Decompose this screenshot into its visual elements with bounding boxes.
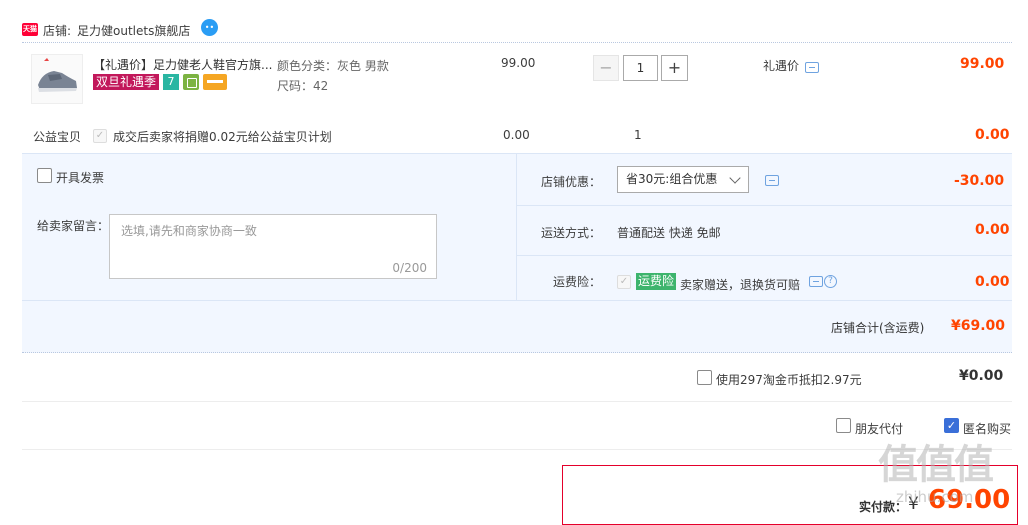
price-type-label: 礼遇价 xyxy=(763,59,800,73)
discount-amount: -30.00 xyxy=(954,173,1005,189)
discount-select[interactable]: 省30元:组合优惠 xyxy=(617,166,749,193)
insurance-checkbox: ✓ xyxy=(617,275,631,289)
invoice-label: 开具发票 xyxy=(56,171,105,185)
options-divider xyxy=(517,255,1012,256)
tmall-logo: 天猫 xyxy=(22,23,38,36)
charity-label: 公益宝贝 xyxy=(33,130,82,144)
charity-checkbox: ✓ xyxy=(93,129,107,143)
sku-size: 尺码：42 xyxy=(277,79,329,93)
coins-checkbox[interactable] xyxy=(697,370,712,385)
section-divider xyxy=(22,449,1012,450)
shop-name-link[interactable]: 足力健outlets旗舰店 xyxy=(77,22,190,39)
message-textarea[interactable]: 选填,请先和商家协商一致 0/200 xyxy=(109,214,437,279)
chevron-down-icon xyxy=(729,172,741,184)
charity-subtotal: 0.00 xyxy=(975,127,1010,143)
message-counter: 0/200 xyxy=(392,261,427,275)
coins-amount: ¥0.00 xyxy=(959,368,1004,384)
options-vertical-divider xyxy=(516,153,517,300)
credit-card-icon xyxy=(203,74,227,90)
shipping-amount: 0.00 xyxy=(975,222,1010,238)
insurance-tag: 运费险 xyxy=(636,273,677,290)
anonymous-checkbox[interactable]: ✓ xyxy=(944,418,959,433)
watermark-site: zhihu.com xyxy=(896,488,974,506)
sku-color: 颜色分类：灰色 男款 xyxy=(277,59,389,73)
discount-label: 店铺优惠： xyxy=(541,175,602,189)
quantity-decrease-button[interactable]: − xyxy=(593,55,619,81)
message-label: 给卖家留言： xyxy=(37,219,110,233)
charity-description: 成交后卖家将捐赠0.02元给公益宝贝计划 xyxy=(113,130,332,144)
invoice-checkbox[interactable] xyxy=(37,168,52,183)
quantity-increase-button[interactable]: + xyxy=(661,55,688,81)
wangwang-chat-icon[interactable]: •• xyxy=(201,19,218,36)
quantity-input[interactable]: 1 xyxy=(623,55,658,81)
product-title-link[interactable]: 【礼遇价】足力健老人鞋官方旗... xyxy=(93,56,272,73)
chat-bubble-icon[interactable] xyxy=(765,175,779,186)
shop-total-label: 店铺合计(含运费) xyxy=(831,321,925,335)
charity-quantity: 1 xyxy=(634,128,642,142)
insurance-description: 卖家赠送，退换货可赔 xyxy=(680,278,801,292)
insurance-amount: 0.00 xyxy=(975,274,1010,290)
bag-icon xyxy=(183,74,199,90)
product-thumbnail[interactable] xyxy=(31,54,83,104)
watermark-logo: 值值值 xyxy=(878,442,994,488)
options-divider xyxy=(517,205,1012,206)
unit-price: 99.00 xyxy=(501,56,536,70)
discount-selected-value: 省30元:组合优惠 xyxy=(626,172,718,186)
chat-bubble-icon[interactable] xyxy=(809,276,823,287)
help-icon[interactable]: ? xyxy=(824,275,837,288)
charity-price: 0.00 xyxy=(503,128,530,142)
promo-tag: 双旦礼遇季 xyxy=(93,74,160,90)
insurance-label: 运费险： xyxy=(553,275,602,289)
section-divider xyxy=(22,401,1012,402)
options-divider xyxy=(22,300,1012,301)
header-divider xyxy=(22,42,1012,43)
shop-label: 店铺: xyxy=(43,24,72,38)
coins-label: 使用297淘金币抵扣2.97元 xyxy=(716,373,862,387)
item-subtotal: 99.00 xyxy=(960,56,1005,72)
shop-total-amount: ¥69.00 xyxy=(951,318,1006,334)
friend-pay-checkbox[interactable] xyxy=(836,418,851,433)
shipping-label: 运送方式： xyxy=(541,226,602,240)
chat-bubble-icon[interactable] xyxy=(805,62,819,73)
seven-day-return-icon: 7 xyxy=(163,74,179,90)
message-placeholder: 选填,请先和商家协商一致 xyxy=(121,224,257,238)
shipping-method: 普通配送 快递 免邮 xyxy=(617,226,721,240)
